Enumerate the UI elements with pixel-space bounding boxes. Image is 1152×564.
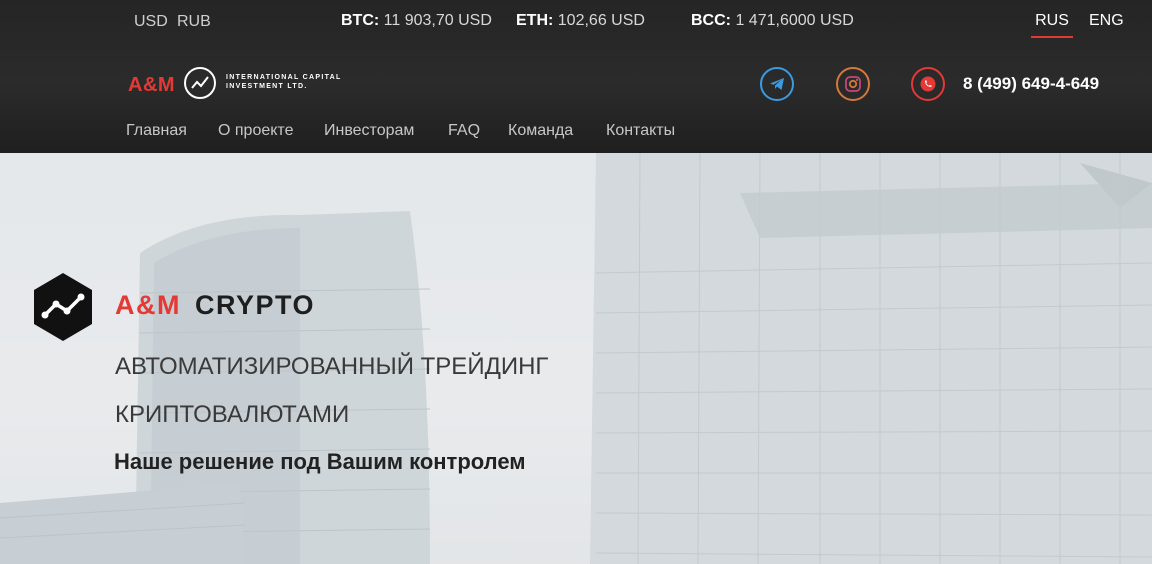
header-main: A&M INTERNATIONAL CAPITAL INVESTMENT LTD… [0,52,1152,116]
hero-tagline: Наше решение под Вашим контролем [114,449,526,474]
lang-eng[interactable]: ENG [1089,12,1124,36]
hero-brand-red: A&M [115,290,181,320]
top-bar: USD RUB BTC: 11 903,70 USD ETH: 102,66 U… [0,0,1152,42]
rate-eth-symbol: ETH: [516,12,554,29]
rate-bcc-symbol: BCC: [691,12,731,29]
instagram-link[interactable] [836,67,870,101]
rate-bcc: BCC: 1 471,6000 USD [691,12,854,30]
rate-eth: ETH: 102,66 USD [516,12,645,30]
hero-headline-line1: АВТОМАТИЗИРОВАННЫЙ ТРЕЙДИНГ [115,353,549,380]
rate-bcc-value: 1 471,6000 USD [735,12,854,29]
hero-brand-dark: CRYPTO [195,290,316,320]
whatsapp-link[interactable] [911,67,945,101]
site-header: USD RUB BTC: 11 903,70 USD ETH: 102,66 U… [0,0,1152,153]
nav-about[interactable]: О проекте [218,122,293,140]
rate-btc-value: 11 903,70 USD [383,12,492,29]
hexagon-chart-icon [34,273,92,341]
hero-headline-line2: КРИПТОВАЛЮТАМИ [115,401,350,428]
logo-subtitle: INTERNATIONAL CAPITAL INVESTMENT LTD. [226,74,342,90]
nav-home[interactable]: Главная [126,122,187,140]
currency-usd[interactable]: USD [134,13,168,31]
main-nav: Главная О проекте Инвесторам FAQ Команда… [0,122,1152,146]
logo-name: A&M [128,74,176,96]
site-logo[interactable]: A&M INTERNATIONAL CAPITAL INVESTMENT LTD… [128,66,348,102]
telegram-link[interactable] [760,67,794,101]
instagram-icon [845,76,861,92]
currency-rub[interactable]: RUB [177,13,211,31]
telegram-icon [770,78,784,90]
hero-brand: A&M CRYPTO [115,290,315,321]
rate-eth-value: 102,66 USD [557,12,645,29]
nav-team[interactable]: Команда [508,122,573,140]
rate-btc-symbol: BTC: [341,12,380,29]
nav-investors[interactable]: Инвесторам [324,122,414,140]
rate-btc: BTC: 11 903,70 USD [341,12,492,30]
lang-rus[interactable]: RUS [1031,12,1073,38]
hero-section: A&M CRYPTO АВТОМАТИЗИРОВАННЫЙ ТРЕЙДИНГ КР… [0,153,1152,564]
nav-faq[interactable]: FAQ [448,122,480,140]
phone-number[interactable]: 8 (499) 649-4-649 [963,74,1099,94]
nav-contacts[interactable]: Контакты [606,122,675,140]
phone-icon [920,76,936,92]
trend-chart-icon [184,67,216,99]
